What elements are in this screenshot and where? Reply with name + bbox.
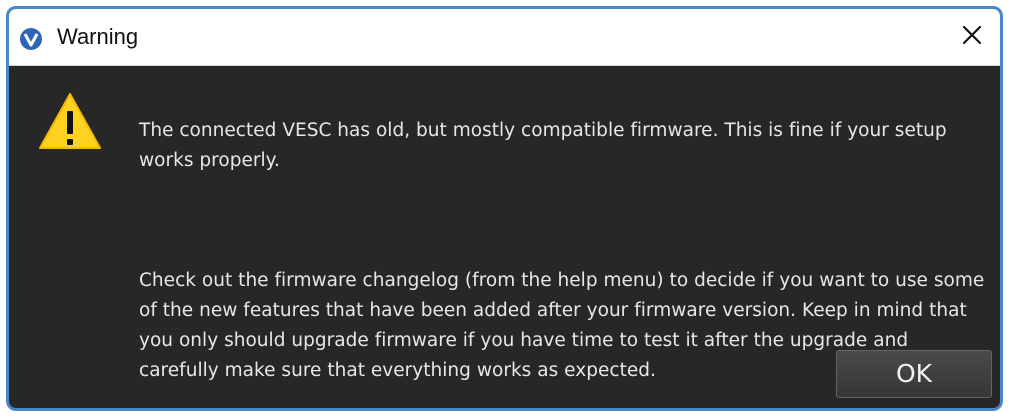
warning-dialog: Warning The connected VESC has old, but …	[6, 6, 1003, 411]
vesc-app-icon	[19, 27, 43, 51]
warning-triangle-icon	[37, 91, 103, 151]
ok-button[interactable]: OK	[836, 350, 992, 398]
dialog-title: Warning	[57, 24, 139, 49]
title-bar[interactable]: Warning	[9, 9, 1000, 66]
close-button[interactable]	[952, 19, 992, 55]
message-paragraph: The connected VESC has old, but mostly c…	[139, 120, 947, 171]
close-icon	[961, 24, 983, 51]
